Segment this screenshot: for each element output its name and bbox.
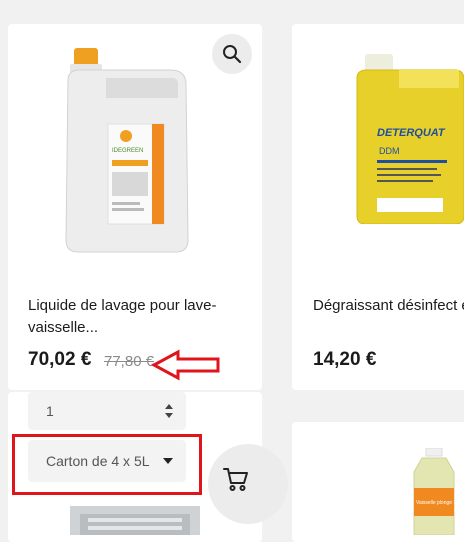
quantity-stepper[interactable]: 1 — [28, 392, 186, 430]
product-image-2[interactable]: DETERQUAT DDM — [355, 48, 464, 224]
search-icon — [223, 45, 242, 64]
product-label-4: Vaisselle plonge 14 — [416, 500, 459, 506]
quantity-value: 1 — [46, 403, 54, 419]
brand-label-2: DETERQUAT — [377, 127, 446, 139]
product-image-3[interactable] — [70, 502, 200, 535]
spinner-arrows-icon[interactable] — [164, 402, 174, 420]
highlight-annotation-box — [12, 434, 202, 495]
old-price: 77,80 € — [104, 353, 155, 370]
product-title[interactable]: Liquide de lavage pour lave-vaisselle... — [28, 295, 248, 339]
red-arrow-annotation — [150, 349, 220, 381]
product-price: 70,02 € — [28, 349, 92, 370]
product-title[interactable]: Dégraissant désinfect et... — [313, 295, 464, 317]
quick-view-button[interactable] — [212, 34, 252, 74]
product-price: 14,20 € — [313, 349, 377, 370]
product-image-4[interactable]: Vaisselle plonge 14 — [408, 448, 464, 535]
sub-label-2: DDM — [379, 146, 400, 156]
cart-icon[interactable] — [222, 465, 250, 493]
brand-label-1: IDEGREEN — [112, 148, 143, 154]
product-image-1[interactable]: IDEGREEN — [60, 40, 200, 260]
